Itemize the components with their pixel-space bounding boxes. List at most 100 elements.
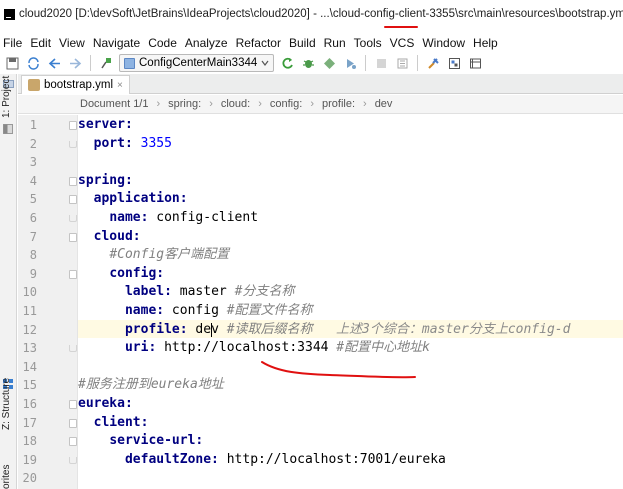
menu-file[interactable]: File <box>3 36 22 50</box>
line-number: 10 <box>22 285 37 300</box>
back-icon[interactable] <box>46 55 62 71</box>
fold-marker-icon[interactable] <box>69 195 77 205</box>
menu-help[interactable]: Help <box>473 36 498 50</box>
profile-icon[interactable] <box>342 55 358 71</box>
code-line[interactable]: application: <box>78 190 188 209</box>
breadcrumb-item[interactable]: config: <box>270 98 302 110</box>
fold-marker-icon[interactable] <box>69 232 77 242</box>
code-line[interactable]: client: <box>78 414 149 433</box>
editor-tab-bar: bootstrap.yml × <box>18 74 623 94</box>
fold-end-icon[interactable] <box>69 456 77 464</box>
toolbar-separator <box>365 55 367 71</box>
breadcrumb-item[interactable]: Document 1/1 <box>80 98 148 110</box>
code-line[interactable]: label: master #分支名称 <box>78 283 294 302</box>
line-number: 7 <box>29 229 37 244</box>
fold-end-icon[interactable] <box>69 345 77 353</box>
rerun-icon[interactable] <box>279 55 295 71</box>
code-line[interactable]: service-url: <box>78 432 203 451</box>
yaml-key: eureka: <box>78 396 133 411</box>
window-title: cloud2020 [D:\devSoft\JetBrains\IdeaProj… <box>19 8 623 20</box>
code-line[interactable]: eureka: <box>78 395 133 414</box>
title-bar: cloud2020 [D:\devSoft\JetBrains\IdeaProj… <box>0 0 623 28</box>
structure-panel-tab[interactable]: Z: Structure <box>1 378 12 430</box>
breadcrumb-separator: › <box>258 98 262 110</box>
fold-marker-icon[interactable] <box>69 400 77 409</box>
code-line[interactable]: port: 3355 <box>78 135 172 154</box>
run-configuration-select[interactable]: ConfigCenterMain3344 <box>119 54 275 72</box>
yaml-value: http://localhost:7001/eureka <box>218 451 446 467</box>
favorites-panel-tab[interactable]: orites <box>1 465 12 489</box>
line-number: 11 <box>22 304 37 318</box>
line-number: 20 <box>22 471 37 486</box>
code-line[interactable]: server: <box>78 116 133 135</box>
code-line[interactable]: uri: http://localhost:3344 #配置中心地址k <box>78 339 430 358</box>
fold-end-icon[interactable] <box>69 140 77 148</box>
toolbar-separator <box>417 55 419 71</box>
yaml-key: label: <box>124 284 172 300</box>
build-icon[interactable] <box>98 55 114 71</box>
code-line[interactable]: defaultZone: http://localhost:7001/eurek… <box>78 451 446 470</box>
menu-analyze[interactable]: Analyze <box>185 36 228 50</box>
yaml-number-value: 3355 <box>132 135 172 151</box>
code-line[interactable]: spring: <box>78 172 133 191</box>
breadcrumb-item[interactable]: dev <box>375 98 393 110</box>
fold-marker-icon[interactable] <box>69 437 77 447</box>
line-number: 3 <box>29 155 37 170</box>
code-line[interactable]: name: config-client <box>78 209 258 228</box>
menu-build[interactable]: Build <box>289 36 316 50</box>
project-panel-tab[interactable]: 1: Project <box>1 76 12 118</box>
close-icon[interactable]: × <box>117 80 123 91</box>
project-structure-icon[interactable] <box>425 55 441 71</box>
menu-tools[interactable]: Tools <box>354 36 382 50</box>
save-all-icon[interactable] <box>4 55 20 71</box>
fold-marker-icon[interactable] <box>69 121 77 130</box>
debug-icon[interactable] <box>300 55 316 71</box>
code-line[interactable]: #Config客户端配置 <box>78 246 229 265</box>
fold-marker-icon[interactable] <box>69 269 77 279</box>
sdk-manager-icon[interactable] <box>467 55 483 71</box>
yaml-key: port: <box>93 135 133 151</box>
code-line[interactable]: #服务注册到eureka地址 <box>78 376 224 395</box>
attach-icon[interactable] <box>394 55 410 71</box>
forward-icon[interactable] <box>67 55 83 71</box>
code-line[interactable]: profile: dev #读取后缀名称 上述3个综合：master分支上con… <box>78 321 570 340</box>
left-tool-strip: 1: Project Z: Structure orites <box>0 74 17 489</box>
yaml-key: cloud: <box>93 228 141 244</box>
sync-icon[interactable] <box>25 55 41 71</box>
line-number: 15 <box>22 378 37 393</box>
menu-window[interactable]: Window <box>422 36 465 50</box>
breadcrumb-item[interactable]: profile: <box>322 98 355 110</box>
menu-vcs[interactable]: VCS <box>390 36 415 50</box>
yaml-value: config <box>164 303 227 318</box>
breadcrumb-item[interactable]: spring: <box>168 98 201 110</box>
stop-icon[interactable] <box>373 55 389 71</box>
code-line[interactable]: name: config #配置文件名称 <box>78 302 313 321</box>
tab-label: bootstrap.yml <box>44 79 114 91</box>
menu-edit[interactable]: Edit <box>30 36 51 50</box>
tab-bootstrap-yml[interactable]: bootstrap.yml × <box>21 75 130 94</box>
line-number: 19 <box>22 452 37 467</box>
coverage-icon[interactable] <box>321 55 337 71</box>
menu-run[interactable]: Run <box>324 36 346 50</box>
menu-view[interactable]: View <box>59 36 85 50</box>
line-number: 5 <box>29 192 37 207</box>
fold-marker-icon[interactable] <box>69 418 77 428</box>
fold-marker-icon[interactable] <box>69 176 77 186</box>
sdk-icon[interactable] <box>446 55 462 71</box>
run-config-icon <box>124 57 135 69</box>
code-line[interactable]: config: <box>78 265 164 284</box>
intellij-app-icon <box>4 8 15 20</box>
menu-navigate[interactable]: Navigate <box>93 36 140 50</box>
line-number: 8 <box>29 248 37 263</box>
code-editor[interactable]: server: port: 3355 spring: application: n… <box>78 115 623 489</box>
menu-refactor[interactable]: Refactor <box>236 36 281 50</box>
yaml-key: profile: <box>124 321 188 337</box>
fold-end-icon[interactable] <box>69 215 77 222</box>
breadcrumb-item[interactable]: cloud: <box>221 98 250 110</box>
menu-code[interactable]: Code <box>148 36 177 50</box>
code-line[interactable]: cloud: <box>78 228 141 247</box>
